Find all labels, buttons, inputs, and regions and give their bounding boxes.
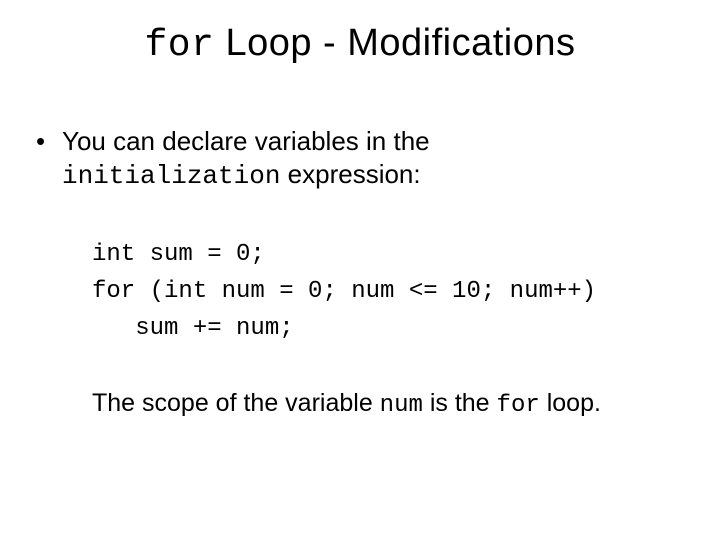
bullet-item: You can declare variables in the initial… [34, 125, 686, 192]
code-block: int sum = 0; for (int num = 0; num <= 10… [92, 236, 686, 348]
body: You can declare variables in the initial… [0, 67, 720, 421]
slide: for Loop - Modifications You can declare… [0, 0, 720, 540]
bullet-list: You can declare variables in the initial… [34, 125, 686, 192]
title-rest: Loop - Modifications [214, 22, 575, 64]
page-title: for Loop - Modifications [0, 0, 720, 67]
code-line-1: int sum = 0; [92, 241, 265, 268]
footnote-var: num [380, 392, 423, 419]
title-keyword: for [144, 24, 214, 67]
bullet-line1: You can declare variables in the [62, 126, 430, 156]
footnote-pre: The scope of the variable [92, 389, 380, 417]
bullet-line2-code: initialization [62, 161, 280, 191]
code-line-2: for (int num = 0; num <= 10; num++) [92, 278, 596, 305]
code-line-3: sum += num; [92, 315, 294, 342]
footnote: The scope of the variable num is the for… [92, 388, 686, 421]
bullet-line2-rest: expression: [280, 159, 420, 189]
footnote-mid: is the [423, 389, 497, 417]
footnote-post: loop. [540, 389, 601, 417]
footnote-kw: for [497, 392, 540, 419]
